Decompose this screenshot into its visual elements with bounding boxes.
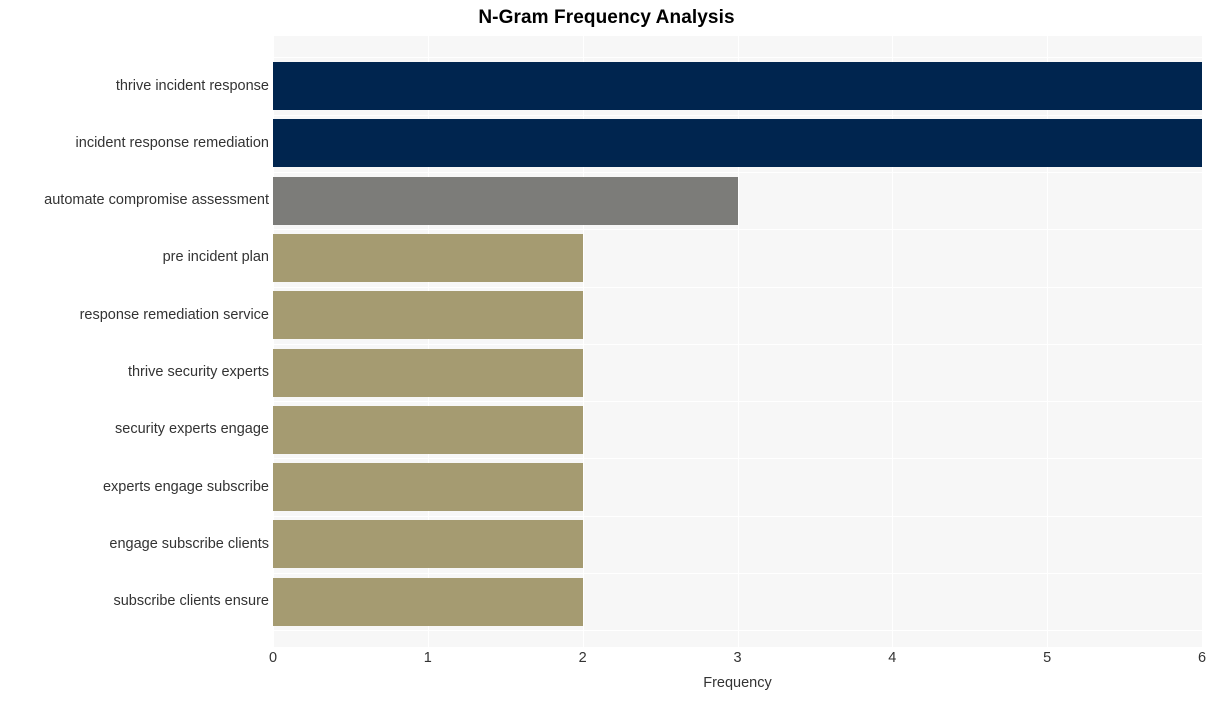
x-axis-title: Frequency: [703, 675, 772, 691]
x-tick-label: 2: [578, 650, 587, 666]
category-label: engage subscribe clients: [109, 535, 269, 552]
category-label: security experts engage: [115, 421, 269, 438]
bar[interactable]: [273, 233, 583, 282]
bar[interactable]: [273, 405, 583, 454]
bar[interactable]: [273, 463, 583, 512]
category-label: response remediation service: [79, 306, 269, 323]
plot-area: [273, 36, 1203, 647]
x-tick-label: 0: [268, 650, 278, 666]
category-axis-labels: thrive incident response incident respons…: [0, 36, 269, 647]
category-label: thrive security experts: [127, 364, 269, 380]
category-label: subscribe clients ensure: [113, 593, 269, 610]
bar[interactable]: [273, 62, 1202, 110]
bars-layer: [273, 36, 1202, 647]
gridline-vertical: [1202, 36, 1203, 647]
x-tick-label: 6: [1197, 650, 1207, 666]
bar[interactable]: [273, 520, 583, 569]
bar[interactable]: [273, 291, 583, 340]
x-tick-label: 1: [423, 650, 432, 666]
bar[interactable]: [273, 577, 583, 626]
category-label: pre incident plan: [162, 249, 269, 266]
x-axis-tick-labels: 0 1 2 3 4 5 6: [269, 650, 1206, 672]
x-tick-label: 3: [733, 650, 742, 666]
category-label: incident response remediation: [75, 134, 269, 151]
x-tick-label: 5: [1043, 650, 1052, 666]
ngram-frequency-chart: N-Gram Frequency Analysis thrive inciden…: [0, 0, 1213, 701]
bar[interactable]: [273, 119, 1202, 168]
bar[interactable]: [273, 348, 583, 397]
x-tick-label: 4: [888, 650, 897, 666]
page-title: N-Gram Frequency Analysis: [478, 7, 735, 28]
bar[interactable]: [273, 176, 738, 225]
category-label: automate compromise assessment: [44, 192, 269, 209]
category-label: thrive incident response: [115, 77, 269, 94]
category-label: experts engage subscribe: [102, 478, 269, 495]
